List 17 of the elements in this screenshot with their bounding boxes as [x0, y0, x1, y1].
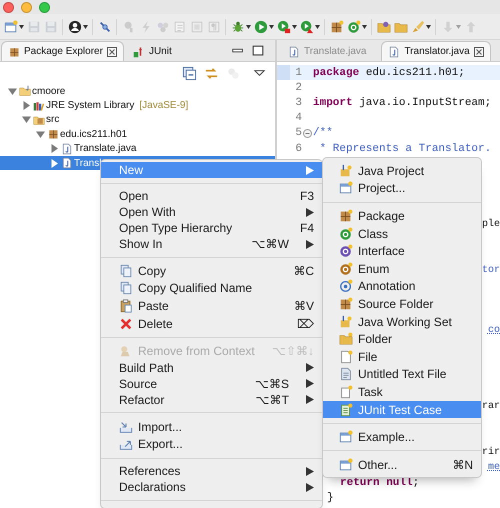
code-text: tor: [482, 264, 500, 276]
code-text: me: [488, 462, 500, 474]
code-text: package edu.ics211.h01;: [313, 66, 465, 79]
code-text: rir: [482, 446, 500, 458]
line-number: 6: [294, 142, 302, 155]
code-text: ple: [482, 219, 500, 230]
line-number: 4: [294, 112, 302, 124]
code-text: import java.io.InputStream;: [313, 96, 492, 109]
code-text: * Represents a Translator.: [318, 142, 492, 155]
line-number: 5: [294, 127, 302, 140]
line-number: 1: [294, 66, 302, 79]
line-number: 3: [294, 96, 302, 109]
code-text: co: [488, 325, 500, 336]
code-text: /**: [313, 127, 333, 140]
code-text: rar: [482, 401, 500, 412]
code-text: }: [327, 492, 334, 504]
line-number: 2: [294, 82, 302, 94]
